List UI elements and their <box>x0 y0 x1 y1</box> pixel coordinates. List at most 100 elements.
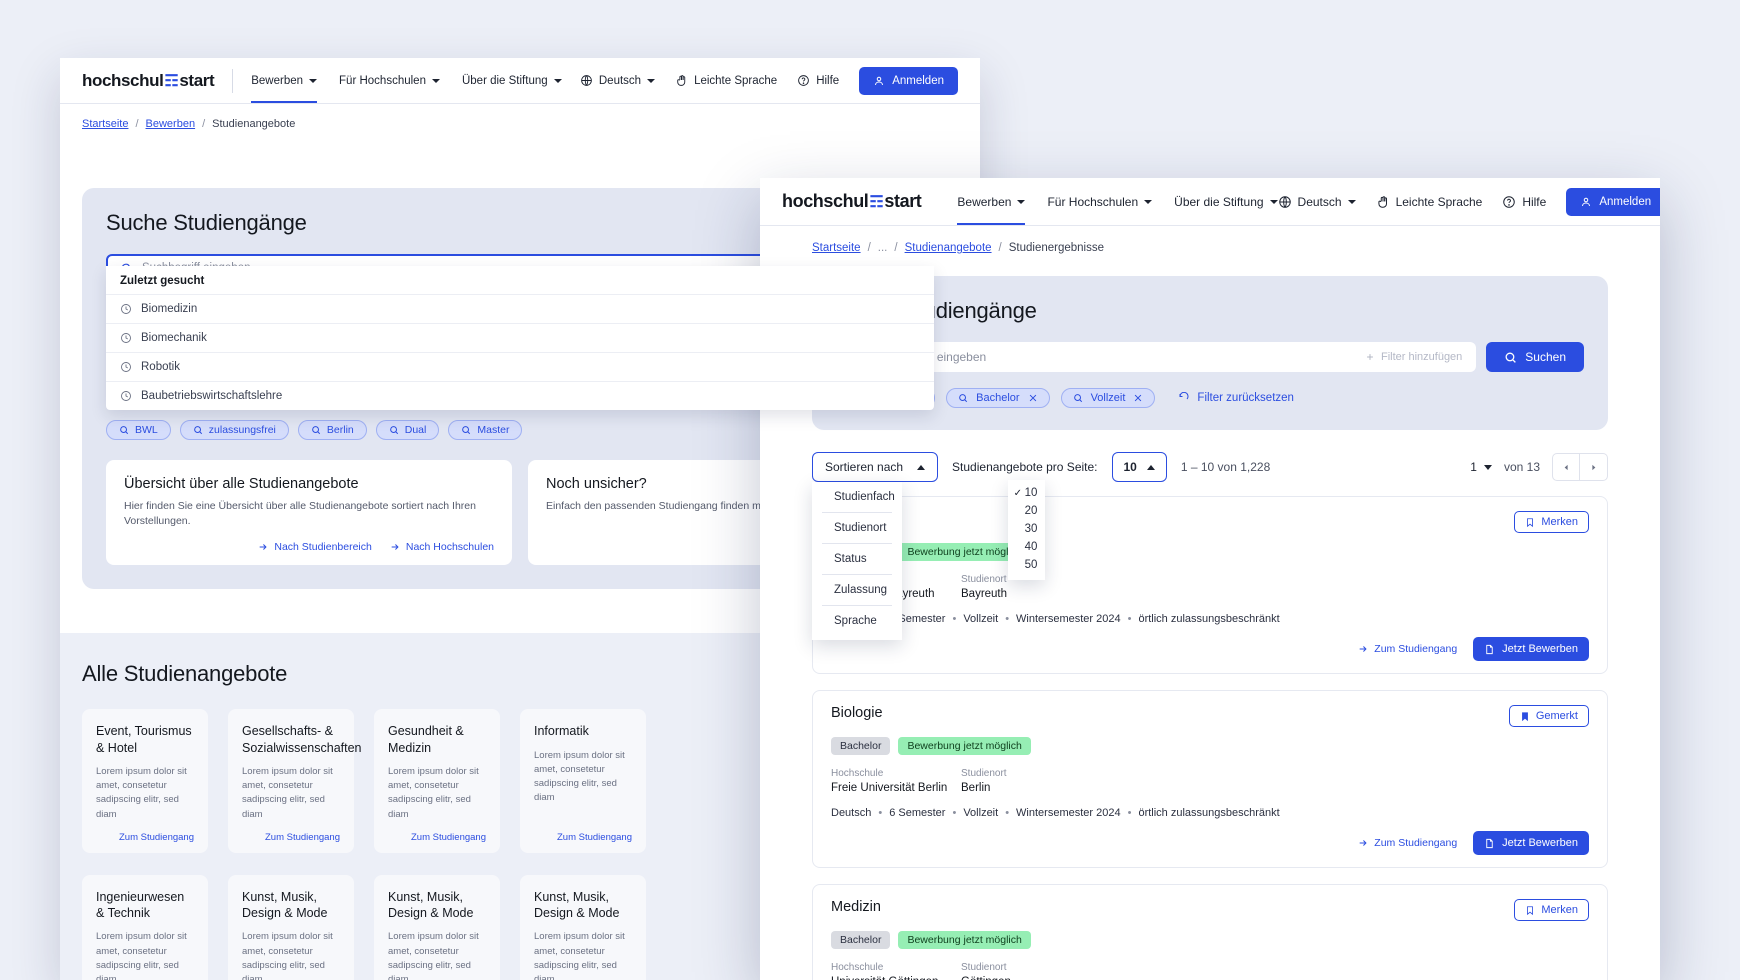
chevron-up-icon <box>1146 464 1155 470</box>
nav-item-fuer-hochschulen[interactable]: Für Hochschulen <box>339 58 440 103</box>
breadcrumb-item-startseite[interactable]: Startseite <box>812 242 861 254</box>
search-row-front: Suchbegriff eingeben Filter hinzufügen S… <box>836 342 1584 372</box>
sort-option-sprache[interactable]: Sprache <box>822 606 892 636</box>
help-link[interactable]: Hilfe <box>797 74 839 87</box>
breadcrumb-front: Startseite / ... / Studienangebote / Stu… <box>760 226 1660 254</box>
next-page-button[interactable] <box>1580 453 1608 481</box>
suggestion-label: Baubetriebswirtschaftslehre <box>141 390 283 402</box>
per-page-option-10[interactable]: ✓ 10 <box>1008 484 1045 502</box>
detail-link[interactable]: Zum Studiengang <box>1358 643 1457 655</box>
nav-item-bewerben[interactable]: Bewerben <box>957 178 1026 225</box>
detail-link[interactable]: Zum Studiengang <box>1358 837 1457 849</box>
breadcrumb-item-startseite[interactable]: Startseite <box>82 118 128 130</box>
bookmark-button[interactable]: Merken <box>1514 511 1589 533</box>
bookmark-button[interactable]: Merken <box>1514 899 1589 921</box>
per-page-value: 10 <box>1123 460 1137 474</box>
apply-button[interactable]: Jetzt Bewerben <box>1473 831 1589 855</box>
login-button[interactable]: Anmelden <box>859 66 958 95</box>
easy-language-link[interactable]: Leichte Sprache <box>1376 195 1482 209</box>
search-icon <box>193 426 202 435</box>
subject-card[interactable]: Informatik Lorem ipsum dolor sit amet, c… <box>520 709 646 853</box>
subject-card[interactable]: Gesellschafts- & Sozialwissenschaften Lo… <box>228 709 362 853</box>
pagination: 1 von 13 <box>1470 453 1608 481</box>
help-link[interactable]: Hilfe <box>1502 195 1546 209</box>
per-page-option-20[interactable]: 20 <box>1008 502 1045 520</box>
sort-option-studienfach[interactable]: Studienfach <box>822 482 895 513</box>
suggestion-label: Biomechanik <box>141 332 207 344</box>
meta-institution: Hochschule Freie Universität Berlin <box>831 768 961 794</box>
subject-card[interactable]: Kunst, Musik, Design & Mode Lorem ipsum … <box>520 874 646 980</box>
subject-link[interactable]: Zum Studiengang <box>242 822 340 843</box>
logo-text-right: start <box>179 70 215 90</box>
subject-card[interactable]: Ingenieurwesen & Technik Lorem ipsum dol… <box>82 874 208 980</box>
login-button[interactable]: Anmelden <box>1566 187 1660 216</box>
sort-select[interactable]: Sortieren nach <box>812 452 939 482</box>
search-icon <box>1073 394 1082 403</box>
fact-mode: Vollzeit <box>963 613 999 625</box>
link-label: Nach Studienbereich <box>274 541 372 554</box>
suggestion-item[interactable]: Biomedizin <box>106 294 934 323</box>
subject-link[interactable]: Zum Studiengang <box>388 822 486 843</box>
nav-item-ueber-die-stiftung[interactable]: Über die Stiftung <box>462 58 562 103</box>
nav-item-bewerben[interactable]: Bewerben <box>251 58 318 103</box>
filter-chip-bachelor[interactable]: Bachelor <box>946 388 1050 408</box>
subject-text: Lorem ipsum dolor sit amet, consetetur s… <box>96 931 187 980</box>
per-page-select[interactable]: 10 <box>1111 452 1167 482</box>
subject-card[interactable]: Event, Tourismus & Hotel Lorem ipsum dol… <box>82 709 208 853</box>
suggestion-item[interactable]: Biomechanik <box>106 323 934 352</box>
chevron-down-icon <box>1483 464 1492 470</box>
filter-chip-vollzeit[interactable]: Vollzeit <box>1060 388 1156 408</box>
per-page-option-30[interactable]: 30 <box>1008 520 1045 538</box>
breadcrumb-item-ellipsis[interactable]: ... <box>878 242 888 254</box>
add-filter-button[interactable]: Filter hinzufügen <box>1365 351 1462 363</box>
per-page-option-40[interactable]: 40 <box>1008 538 1045 556</box>
hint-chip-master[interactable]: Master <box>448 420 523 440</box>
subject-link[interactable]: Zum Studiengang <box>534 822 632 843</box>
language-label: Deutsch <box>1297 194 1342 209</box>
subject-link[interactable]: Zum Studiengang <box>96 822 194 843</box>
globe-icon <box>1278 195 1291 208</box>
prev-page-button[interactable] <box>1552 453 1580 481</box>
logo-hochschulstart[interactable]: hochschul ☶ start <box>782 191 922 212</box>
subject-title: Kunst, Musik, Design & Mode <box>534 889 620 921</box>
page-select[interactable]: 1 <box>1470 460 1492 474</box>
document-icon <box>1486 838 1493 848</box>
link-nach-hochschulen[interactable]: Nach Hochschulen <box>390 541 494 553</box>
search-suggestions-dropdown: Zuletzt gesucht Biomedizin Biomechanik R… <box>106 266 934 410</box>
chip-label: Dual <box>404 424 427 436</box>
fact-admission: örtlich zulassungsbeschränkt <box>1138 613 1280 625</box>
suggestion-item[interactable]: Baubetriebswirtschaftslehre <box>106 381 934 410</box>
easy-language-link[interactable]: Leichte Sprache <box>675 74 777 87</box>
language-switcher[interactable]: Deutsch <box>580 74 656 87</box>
nav-label: Für Hochschulen <box>1047 194 1139 209</box>
apply-button[interactable]: Jetzt Bewerben <box>1473 637 1589 661</box>
sort-option-status[interactable]: Status <box>822 544 892 575</box>
language-switcher[interactable]: Deutsch <box>1278 195 1356 209</box>
hint-chip-bwl[interactable]: BWL <box>106 420 171 440</box>
sort-option-studienort[interactable]: Studienort <box>822 513 892 544</box>
nav-item-fuer-hochschulen[interactable]: Für Hochschulen <box>1047 178 1153 225</box>
reset-filters-button[interactable]: Filter zurücksetzen <box>1178 392 1294 404</box>
hint-chip-dual[interactable]: Dual <box>375 420 440 440</box>
search-button-front[interactable]: Suchen <box>1486 342 1584 372</box>
sort-option-zulassung[interactable]: Zulassung <box>822 575 892 606</box>
logo-hochschulstart[interactable]: hochschul ☶ start <box>82 70 215 91</box>
breadcrumb-separator: / <box>998 242 1002 254</box>
result-card: Medizin Merken Bachelor Bewerbung jetzt … <box>812 884 1608 980</box>
per-page-option-50[interactable]: 50 <box>1008 556 1045 574</box>
meta-label: Studienort <box>961 962 1007 973</box>
meta-value: Freie Universität Berlin <box>831 782 948 794</box>
suggestion-item[interactable]: Robotik <box>106 352 934 381</box>
subject-text: Lorem ipsum dolor sit amet, consetetur s… <box>388 931 479 980</box>
subject-card[interactable]: Kunst, Musik, Design & Mode Lorem ipsum … <box>228 874 354 980</box>
subject-card[interactable]: Kunst, Musik, Design & Mode Lorem ipsum … <box>374 874 500 980</box>
hint-chip-zulassungsfrei[interactable]: zulassungsfrei <box>179 420 289 440</box>
main-nav-front: Bewerben Für Hochschulen Über die Stiftu… <box>957 178 1278 225</box>
breadcrumb-item-bewerben[interactable]: Bewerben <box>146 118 196 130</box>
breadcrumb-item-studienangebote[interactable]: Studienangebote <box>905 242 992 254</box>
hint-chip-berlin[interactable]: Berlin <box>297 420 367 440</box>
nav-item-ueber-die-stiftung[interactable]: Über die Stiftung <box>1174 178 1278 225</box>
bookmark-button[interactable]: Gemerkt <box>1508 705 1589 727</box>
subject-card[interactable]: Gesundheit & Medizin Lorem ipsum dolor s… <box>374 709 500 853</box>
link-nach-studienbereich[interactable]: Nach Studienbereich <box>258 541 372 554</box>
